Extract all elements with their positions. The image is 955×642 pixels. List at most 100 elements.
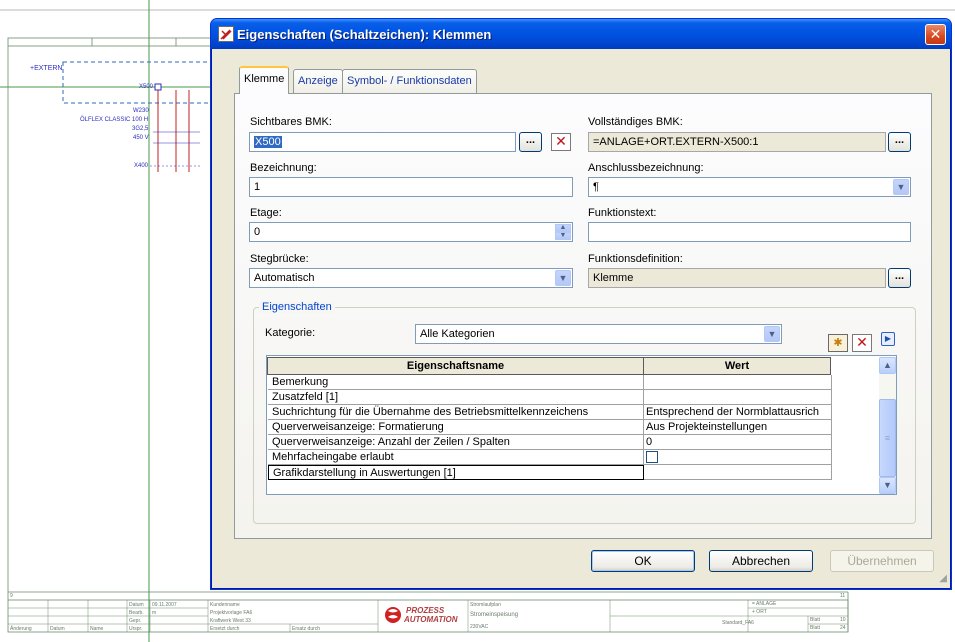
location-label: +EXTERN [30, 65, 63, 72]
dialog-title: Eigenschaften (Schaltzeichen): Klemmen [237, 27, 492, 42]
tb-datum-value: 09.11.2007 [152, 602, 177, 608]
stegbruecke-dropdown[interactable]: Automatisch ▼ [249, 268, 573, 288]
tb-ersetzt-durch: Ersetzt durch [210, 626, 240, 632]
resize-grip-icon[interactable]: ◢ [935, 573, 947, 585]
chevron-down-icon: ▼ [883, 480, 892, 490]
vollstaendiges-bmk-label: Vollständiges BMK: [588, 116, 683, 128]
chevron-up-icon: ▲ [883, 360, 892, 370]
anschlussbezeichnung-dropdown[interactable]: ¶ ▼ [588, 177, 911, 197]
tb-aenderung: Änderung [10, 626, 32, 632]
column-header-name[interactable]: Eigenschaftsname [267, 357, 644, 375]
dropdown-arrow-button[interactable]: ▼ [555, 270, 571, 286]
funktionstext-input[interactable] [588, 222, 911, 242]
column-header-value[interactable]: Wert [643, 357, 831, 375]
property-value[interactable]: Aus Projekteinstellungen [644, 420, 832, 435]
sichtbares-bmk-browse-button[interactable]: ... [519, 132, 542, 152]
delete-icon: ✕ [555, 133, 567, 149]
scroll-up-button[interactable]: ▲ [879, 357, 896, 374]
tab-symbol-funktionsdaten[interactable]: Symbol- / Funktionsdaten [342, 69, 477, 93]
property-value-checkbox-cell[interactable] [644, 450, 832, 465]
page-column-right: 11 [840, 593, 846, 599]
tb-ersatz-fuer: Ersatz durch [292, 626, 321, 632]
spin-up-button[interactable]: ▲ [555, 224, 571, 232]
tb-plant: Kraftwerk West 33 [210, 618, 251, 624]
tb-name: Name [90, 626, 104, 632]
bezeichnung-value: 1 [254, 181, 261, 193]
etage-spinbox[interactable]: 0 ▲ ▼ [249, 222, 573, 242]
dialog-titlebar[interactable]: Eigenschaften (Schaltzeichen): Klemmen ✕ [211, 19, 951, 49]
tab-anzeige[interactable]: Anzeige [293, 69, 343, 93]
cancel-button[interactable]: Abbrechen [709, 550, 813, 572]
chevron-down-icon: ▼ [559, 232, 567, 239]
property-name: Suchrichtung für die Übernahme des Betri… [268, 405, 644, 420]
new-icon: ✱ [833, 337, 843, 349]
tb-blatt2-value: 24 [840, 625, 846, 631]
dropdown-arrow-button[interactable]: ▼ [893, 179, 909, 195]
property-name: Querverweisanzeige: Anzahl der Zeilen / … [268, 435, 644, 450]
etage-label: Etage: [250, 207, 282, 219]
bezeichnung-input[interactable]: 1 [249, 177, 573, 197]
property-value[interactable]: Entsprechend der Normblattausrich [644, 405, 832, 420]
sichtbares-bmk-input[interactable]: X500 [249, 132, 516, 152]
tb-doc-line3: 230VAC [470, 624, 489, 630]
tb-ort: + ORT [752, 609, 767, 615]
property-name: Mehrfacheingabe erlaubt [268, 450, 644, 465]
stegbruecke-value: Automatisch [254, 272, 315, 284]
tb-blatt1: Blatt [810, 617, 821, 623]
close-icon: ✕ [929, 26, 942, 42]
funktionstext-label: Funktionstext: [588, 207, 657, 219]
dropdown-arrow-button[interactable]: ▼ [764, 326, 780, 342]
chevron-down-icon: ▼ [896, 182, 906, 192]
property-name: Querverweisanzeige: Formatierung [268, 420, 644, 435]
tb-datum2: Datum [50, 626, 65, 632]
mehrfacheingabe-checkbox[interactable] [646, 451, 658, 463]
property-value[interactable]: 0 [644, 435, 832, 450]
property-value[interactable] [644, 465, 832, 480]
delete-icon: ✕ [856, 334, 868, 350]
property-value[interactable] [644, 375, 832, 390]
cable-cross-section: 3G2,5 [132, 126, 149, 132]
properties-grid[interactable]: Eigenschaftsname Wert Bemerkung Zusatzfe… [266, 355, 897, 495]
grid-vertical-scrollbar[interactable]: ▲ ≡ ▼ [879, 357, 896, 494]
ellipsis-label: ... [894, 134, 905, 146]
tb-project-template: Projektvorlage FA6 [210, 610, 253, 616]
vollstaendiges-bmk-field: =ANLAGE+ORT.EXTERN-X500:1 [588, 132, 886, 152]
tb-bearb-label: Bearb. [129, 610, 144, 616]
tb-standard: Standard_FA6 [722, 620, 754, 626]
expand-button[interactable]: ▶ [881, 332, 895, 346]
vollstaendiges-bmk-value: =ANLAGE+ORT.EXTERN-X500:1 [593, 136, 759, 148]
tb-logo-line2: AUTOMATION [404, 615, 458, 624]
ellipsis-label: ... [525, 134, 536, 146]
delete-icon-button[interactable]: ✕ [551, 133, 571, 151]
chevron-down-icon: ▼ [558, 273, 568, 283]
new-property-button[interactable]: ✱ [828, 334, 848, 352]
sichtbares-bmk-label: Sichtbares BMK: [250, 116, 332, 128]
scrollbar-thumb[interactable]: ≡ [879, 399, 896, 477]
tab-klemme[interactable]: Klemme [239, 66, 290, 94]
vollstaendiges-bmk-browse-button[interactable]: ... [888, 132, 911, 152]
terminal-label-2: X400 [134, 163, 149, 169]
cable-type-label: ÖLFLEX CLASSIC 100 H [80, 117, 149, 123]
app-icon [218, 26, 234, 42]
chevron-up-icon: ▲ [559, 224, 567, 231]
tb-bearb-value: m [152, 610, 157, 616]
property-value[interactable] [644, 390, 832, 405]
ellipsis-label: ... [894, 270, 905, 282]
property-name: Zusatzfeld [1] [268, 390, 644, 405]
etage-value: 0 [254, 226, 261, 238]
apply-button: Übernehmen [830, 550, 934, 572]
spin-down-button[interactable]: ▼ [555, 232, 571, 240]
delete-property-button[interactable]: ✕ [852, 334, 872, 352]
ok-button[interactable]: OK [591, 550, 695, 572]
close-button[interactable]: ✕ [925, 24, 946, 45]
page-column-left: 9 [10, 593, 13, 599]
scroll-down-button[interactable]: ▼ [879, 477, 896, 494]
tb-logo-line1: PROZESS [406, 606, 445, 615]
tab-label: Symbol- / Funktionsdaten [347, 75, 472, 87]
chevron-down-icon: ▼ [767, 329, 777, 339]
kategorie-value: Alle Kategorien [420, 328, 495, 340]
funktionsdefinition-browse-button[interactable]: ... [888, 268, 911, 288]
property-name: Bemerkung [268, 375, 644, 390]
eigenschaften-group-title: Eigenschaften [259, 301, 335, 313]
kategorie-dropdown[interactable]: Alle Kategorien ▼ [415, 324, 782, 344]
